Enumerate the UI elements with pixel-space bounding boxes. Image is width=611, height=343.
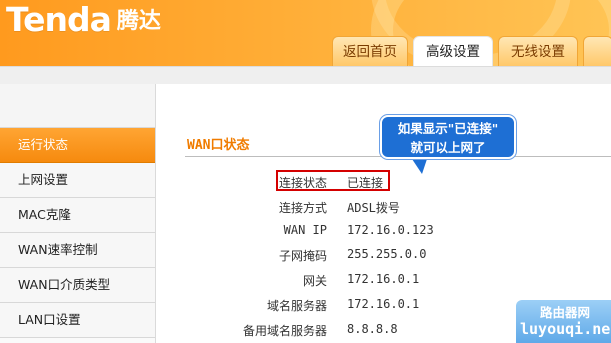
sidebar-item-mac-clone[interactable]: MAC克隆: [0, 198, 155, 233]
row-value: 8.8.8.8: [347, 322, 398, 336]
row-label: 域名服务器: [266, 299, 327, 313]
tab-advanced-settings[interactable]: 高级设置: [413, 36, 493, 66]
sidebar-item-internet-settings[interactable]: 上网设置: [0, 163, 155, 198]
connection-status-highlight-box: [276, 170, 390, 191]
row-value: ADSL拨号: [347, 201, 400, 215]
status-row-connection-type: 连接方式 ADSL拨号: [157, 196, 611, 220]
row-label: 备用域名服务器: [242, 324, 327, 338]
row-label: 网关: [302, 274, 327, 288]
status-row-gateway: 网关 172.16.0.1: [157, 269, 611, 293]
tab-wireless-settings[interactable]: 无线设置: [498, 36, 578, 66]
brand-logo: Tenda 腾达: [6, 2, 161, 38]
sidebar-item-lan-settings[interactable]: LAN口设置: [0, 303, 155, 338]
status-row-subnet-mask: 子网掩码 255.255.0.0: [157, 244, 611, 268]
watermark-text-en: luyouqi.net: [520, 320, 611, 338]
sidebar-item-run-status[interactable]: 运行状态: [0, 128, 155, 163]
tab-more[interactable]: [583, 36, 611, 66]
callout-line-2: 就可以上网了: [410, 140, 486, 155]
sidebar-spacer: [0, 84, 155, 128]
tab-home[interactable]: 返回首页: [332, 36, 408, 66]
logo-text-cn: 腾达: [116, 9, 161, 34]
row-label: 子网掩码: [278, 249, 327, 263]
sidebar-item-wan-media-type[interactable]: WAN口介质类型: [0, 268, 155, 303]
row-value: 172.16.0.123: [347, 223, 434, 237]
app-header: Tenda 腾达 返回首页 高级设置 无线设置: [0, 0, 611, 66]
annotation-callout: 如果显示"已连接" 就可以上网了: [380, 115, 516, 159]
watermark-text-cn: 路由器网: [540, 305, 591, 320]
row-label: 连接方式: [278, 201, 327, 215]
row-label: WAN IP: [283, 223, 327, 237]
row-value: 172.16.0.1: [347, 272, 420, 286]
row-value: 255.255.0.0: [347, 247, 427, 261]
status-row-wan-ip: WAN IP 172.16.0.123: [157, 220, 611, 244]
header-divider-bar: [0, 66, 611, 84]
top-nav-tabs: 返回首页 高级设置 无线设置: [332, 36, 611, 66]
logo-text-en: Tenda: [6, 0, 112, 39]
row-value: 172.16.0.1: [347, 297, 420, 311]
sidebar-item-wan-rate-control[interactable]: WAN速率控制: [0, 233, 155, 268]
sidebar: 运行状态 上网设置 MAC克隆 WAN速率控制 WAN口介质类型 LAN口设置: [0, 84, 156, 343]
callout-line-1: 如果显示"已连接": [397, 121, 499, 136]
section-title: WAN口状态: [187, 138, 250, 153]
